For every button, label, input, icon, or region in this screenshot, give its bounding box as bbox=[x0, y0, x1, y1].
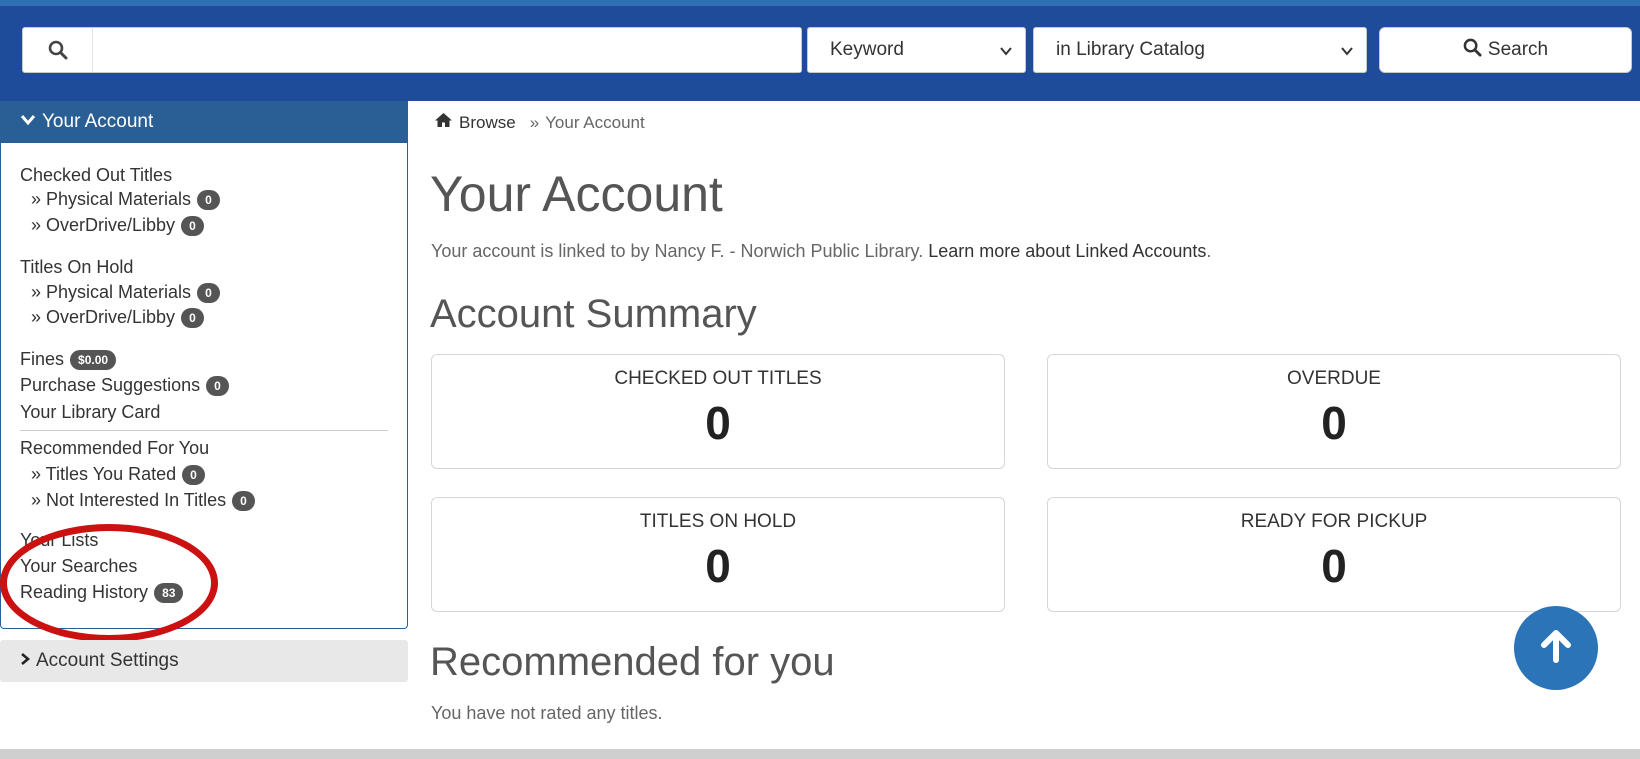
home-icon bbox=[434, 112, 453, 133]
sidebar-item-label: » OverDrive/Libby bbox=[31, 215, 176, 235]
summary-card-holds[interactable]: TITLES ON HOLD 0 bbox=[431, 497, 1005, 612]
sidebar-item-reading-history[interactable]: Reading History 83 bbox=[20, 582, 184, 603]
page-title: Your Account bbox=[430, 166, 723, 222]
sidebar-item-recommended[interactable]: Recommended For You bbox=[20, 438, 209, 459]
summary-card-value: 0 bbox=[705, 540, 731, 592]
search-type-value: Keyword bbox=[830, 39, 904, 60]
search-scope-value: in Library Catalog bbox=[1056, 39, 1205, 60]
sidebar-account-settings-toggle[interactable]: Account Settings bbox=[0, 640, 408, 682]
sidebar-item-library-card[interactable]: Your Library Card bbox=[20, 402, 160, 423]
breadcrumb-separator: » bbox=[529, 112, 540, 132]
linked-accounts-link[interactable]: Learn more about Linked Accounts bbox=[928, 241, 1206, 261]
summary-card-label: OVERDUE bbox=[1287, 368, 1381, 389]
summary-card-value: 0 bbox=[1321, 397, 1347, 449]
chevron-down-icon bbox=[20, 111, 36, 133]
sidebar-item-label: » OverDrive/Libby bbox=[31, 307, 176, 327]
sidebar-item-checked-out[interactable]: Checked Out Titles bbox=[20, 165, 172, 186]
chevron-right-icon bbox=[20, 650, 31, 672]
sidebar-item-holds-overdrive[interactable]: » OverDrive/Libby 0 bbox=[31, 307, 204, 328]
chevron-down-icon bbox=[1340, 42, 1354, 64]
count-badge: 0 bbox=[197, 282, 220, 303]
count-badge: 0 bbox=[197, 189, 220, 210]
sidebar-item-purchase-suggestions[interactable]: Purchase Suggestions 0 bbox=[20, 375, 229, 396]
count-badge: 0 bbox=[206, 375, 229, 396]
sidebar-item-not-interested[interactable]: » Not Interested In Titles 0 bbox=[31, 490, 255, 511]
sidebar-item-holds[interactable]: Titles On Hold bbox=[20, 257, 133, 278]
breadcrumb: Browse » Your Account bbox=[434, 112, 645, 133]
sidebar-item-fines[interactable]: Fines $0.00 bbox=[20, 349, 117, 370]
search-button[interactable]: Search bbox=[1379, 27, 1632, 73]
sidebar-item-label: Fines bbox=[20, 349, 65, 369]
breadcrumb-browse-link[interactable]: Browse bbox=[459, 113, 516, 133]
count-badge: 0 bbox=[232, 490, 255, 511]
sidebar-divider bbox=[20, 430, 388, 431]
sidebar-your-account-toggle[interactable]: Your Account bbox=[0, 101, 408, 143]
summary-card-checked-out[interactable]: CHECKED OUT TITLES 0 bbox=[431, 354, 1005, 469]
sidebar-header-label: Your Account bbox=[42, 111, 154, 132]
breadcrumb-current: Your Account bbox=[545, 112, 645, 132]
search-button-label: Search bbox=[1487, 39, 1549, 60]
sidebar-item-label: » Physical Materials bbox=[31, 282, 192, 302]
back-to-top-button[interactable] bbox=[1514, 606, 1598, 690]
sidebar-item-label: Recommended For You bbox=[20, 438, 210, 458]
sidebar-item-label: Purchase Suggestions bbox=[20, 375, 201, 395]
sidebar-item-label: » Physical Materials bbox=[31, 189, 192, 209]
fines-badge: $0.00 bbox=[70, 349, 117, 370]
search-type-select[interactable]: Keyword bbox=[807, 27, 1026, 73]
linked-accounts-period: . bbox=[1206, 241, 1212, 261]
count-badge: 0 bbox=[181, 307, 204, 328]
sidebar-item-label: Your Library Card bbox=[20, 402, 161, 422]
sidebar-item-searches[interactable]: Your Searches bbox=[20, 556, 137, 577]
account-settings-label: Account Settings bbox=[36, 650, 179, 671]
count-badge: 0 bbox=[181, 215, 204, 236]
sidebar-item-label: Your Lists bbox=[20, 530, 99, 550]
sidebar-item-label: Titles On Hold bbox=[20, 257, 134, 277]
sidebar-item-checked-out-physical[interactable]: » Physical Materials 0 bbox=[31, 189, 220, 210]
sidebar-item-checked-out-overdrive[interactable]: » OverDrive/Libby 0 bbox=[31, 215, 204, 236]
chevron-down-icon bbox=[999, 42, 1013, 64]
sidebar-item-label: » Not Interested In Titles bbox=[31, 490, 227, 510]
sidebar-item-titles-rated[interactable]: » Titles You Rated 0 bbox=[31, 464, 205, 485]
search-icon bbox=[23, 28, 93, 72]
account-summary-title: Account Summary bbox=[430, 292, 757, 336]
summary-card-label: CHECKED OUT TITLES bbox=[614, 368, 822, 389]
recommended-title: Recommended for you bbox=[430, 640, 835, 684]
arrow-up-icon bbox=[1536, 626, 1576, 671]
summary-card-value: 0 bbox=[1321, 540, 1347, 592]
search-scope-select[interactable]: in Library Catalog bbox=[1033, 27, 1367, 73]
linked-accounts-notice: Your account is linked to by Nancy F. - … bbox=[431, 241, 1211, 262]
count-badge: 83 bbox=[154, 582, 184, 603]
linked-accounts-text: Your account is linked to by Nancy F. - … bbox=[431, 241, 924, 261]
sidebar-item-holds-physical[interactable]: » Physical Materials 0 bbox=[31, 282, 220, 303]
bottom-scroll-strip bbox=[0, 749, 1640, 759]
sidebar-item-lists[interactable]: Your Lists bbox=[20, 530, 98, 551]
summary-card-ready-pickup[interactable]: READY FOR PICKUP 0 bbox=[1047, 497, 1621, 612]
search-input[interactable] bbox=[93, 28, 801, 72]
count-badge: 0 bbox=[182, 464, 205, 485]
search-box[interactable] bbox=[22, 27, 802, 73]
sidebar-item-label: Reading History bbox=[20, 582, 149, 602]
summary-card-overdue[interactable]: OVERDUE 0 bbox=[1047, 354, 1621, 469]
summary-card-label: TITLES ON HOLD bbox=[639, 511, 797, 532]
summary-card-label: READY FOR PICKUP bbox=[1240, 511, 1428, 532]
summary-card-value: 0 bbox=[705, 397, 731, 449]
sidebar-item-label: » Titles You Rated bbox=[31, 464, 177, 484]
sidebar-item-label: Your Searches bbox=[20, 556, 138, 576]
search-icon bbox=[1463, 38, 1482, 63]
sidebar-item-label: Checked Out Titles bbox=[20, 165, 173, 185]
recommended-empty-text: You have not rated any titles. bbox=[431, 703, 663, 723]
